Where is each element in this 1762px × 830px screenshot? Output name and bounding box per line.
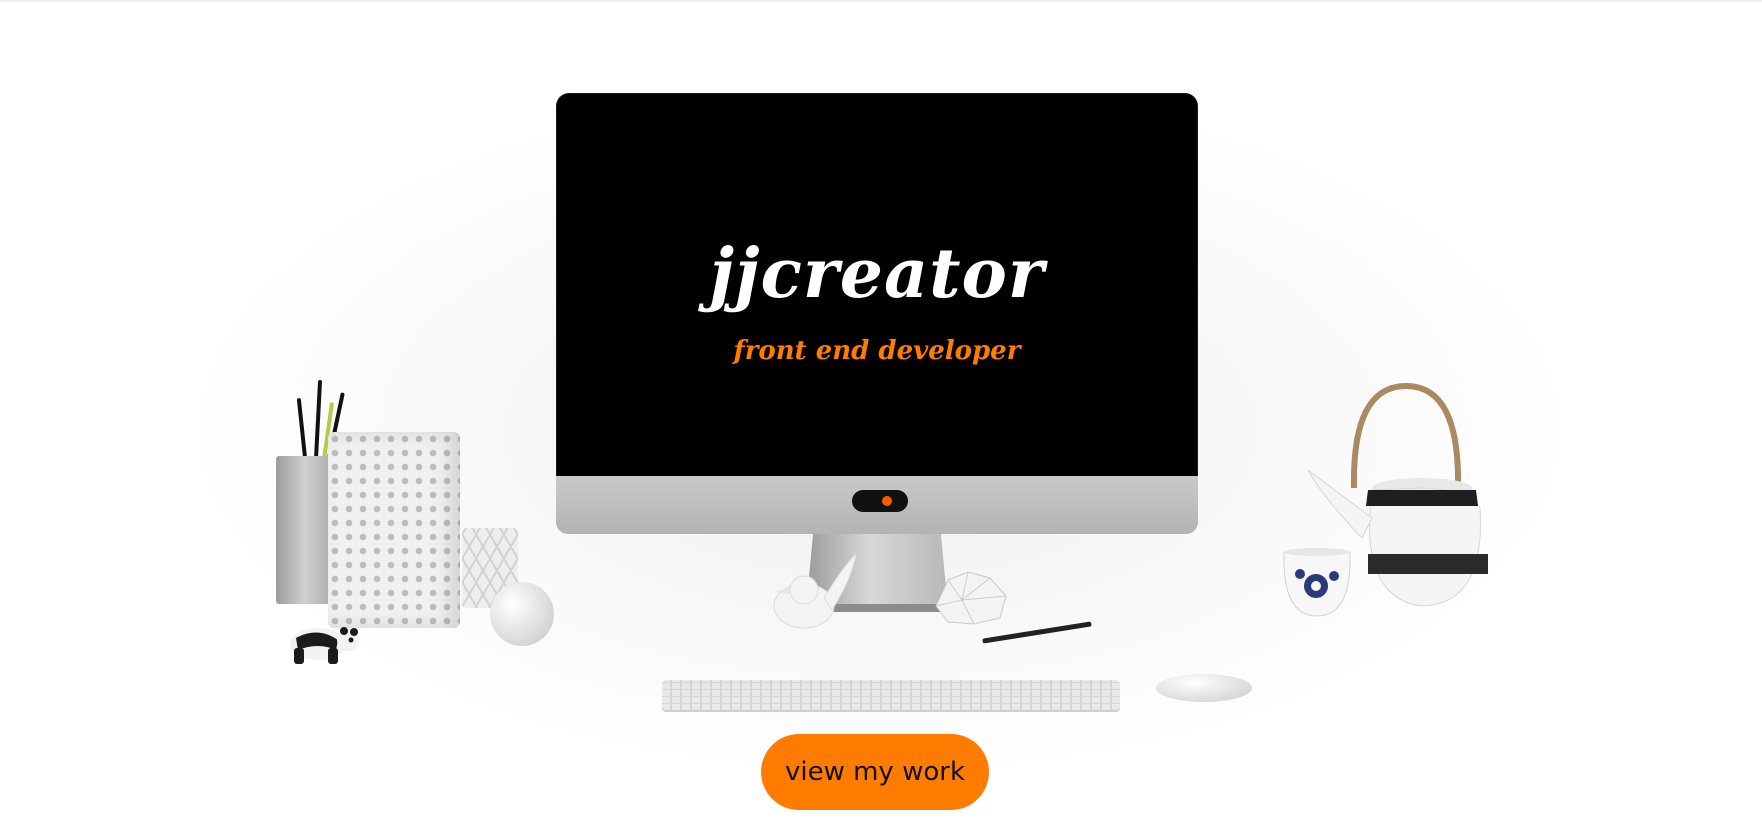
- monitor-screen: jjcreator front end developer: [557, 94, 1197, 476]
- bird-figurine: [773, 552, 857, 629]
- camera-dot-icon: [882, 496, 892, 506]
- crumpled-paper: [935, 571, 1007, 625]
- mouse: [1156, 674, 1252, 702]
- brand-title: jjcreator: [709, 234, 1045, 314]
- tea-cup: [1283, 548, 1351, 617]
- hero-section: jjcreator front end developer view my wo…: [0, 0, 1762, 830]
- perforated-cup: [328, 432, 460, 628]
- brand-subtitle: front end developer: [733, 336, 1021, 366]
- camera-pill: [852, 490, 908, 512]
- concrete-pen-cup: [276, 456, 334, 604]
- panda-figurine: [290, 627, 359, 664]
- glass-ball: [490, 582, 554, 646]
- view-my-work-button[interactable]: view my work: [761, 734, 989, 810]
- keyboard: [662, 680, 1120, 710]
- top-shadow: [0, 0, 1762, 3]
